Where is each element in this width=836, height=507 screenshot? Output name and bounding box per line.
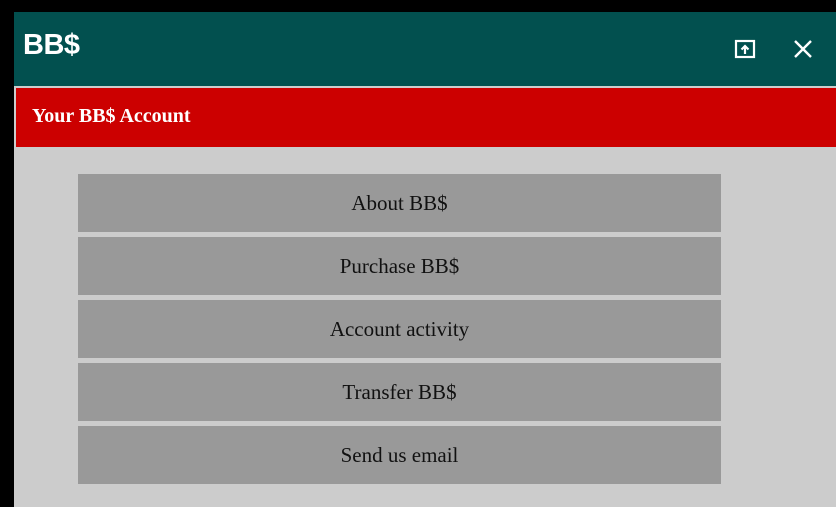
account-activity-button[interactable]: Account activity: [78, 300, 721, 358]
menu-item-label: Transfer BB$: [342, 379, 457, 404]
account-window: BB$ Your BB$ Account About BB$ Purchase …: [14, 12, 836, 507]
purchase-button[interactable]: Purchase BB$: [78, 237, 721, 295]
account-menu: About BB$ Purchase BB$ Account activity …: [78, 174, 721, 489]
app-title: BB$: [23, 29, 80, 61]
close-icon: [794, 40, 812, 58]
menu-item-label: Send us email: [340, 442, 459, 467]
send-email-button[interactable]: Send us email: [78, 426, 721, 484]
about-button[interactable]: About BB$: [78, 174, 721, 232]
menu-item-label: Account activity: [329, 316, 470, 341]
menu-item-label: Purchase BB$: [339, 253, 460, 278]
header-title: Your BB$ Account: [32, 105, 191, 127]
transfer-button[interactable]: Transfer BB$: [78, 363, 721, 421]
popout-icon: [734, 39, 756, 59]
popout-button[interactable]: [728, 32, 762, 66]
title-bar: BB$: [14, 12, 836, 86]
menu-item-label: About BB$: [351, 190, 448, 215]
account-header: Your BB$ Account: [16, 88, 836, 147]
close-button[interactable]: [786, 32, 820, 66]
